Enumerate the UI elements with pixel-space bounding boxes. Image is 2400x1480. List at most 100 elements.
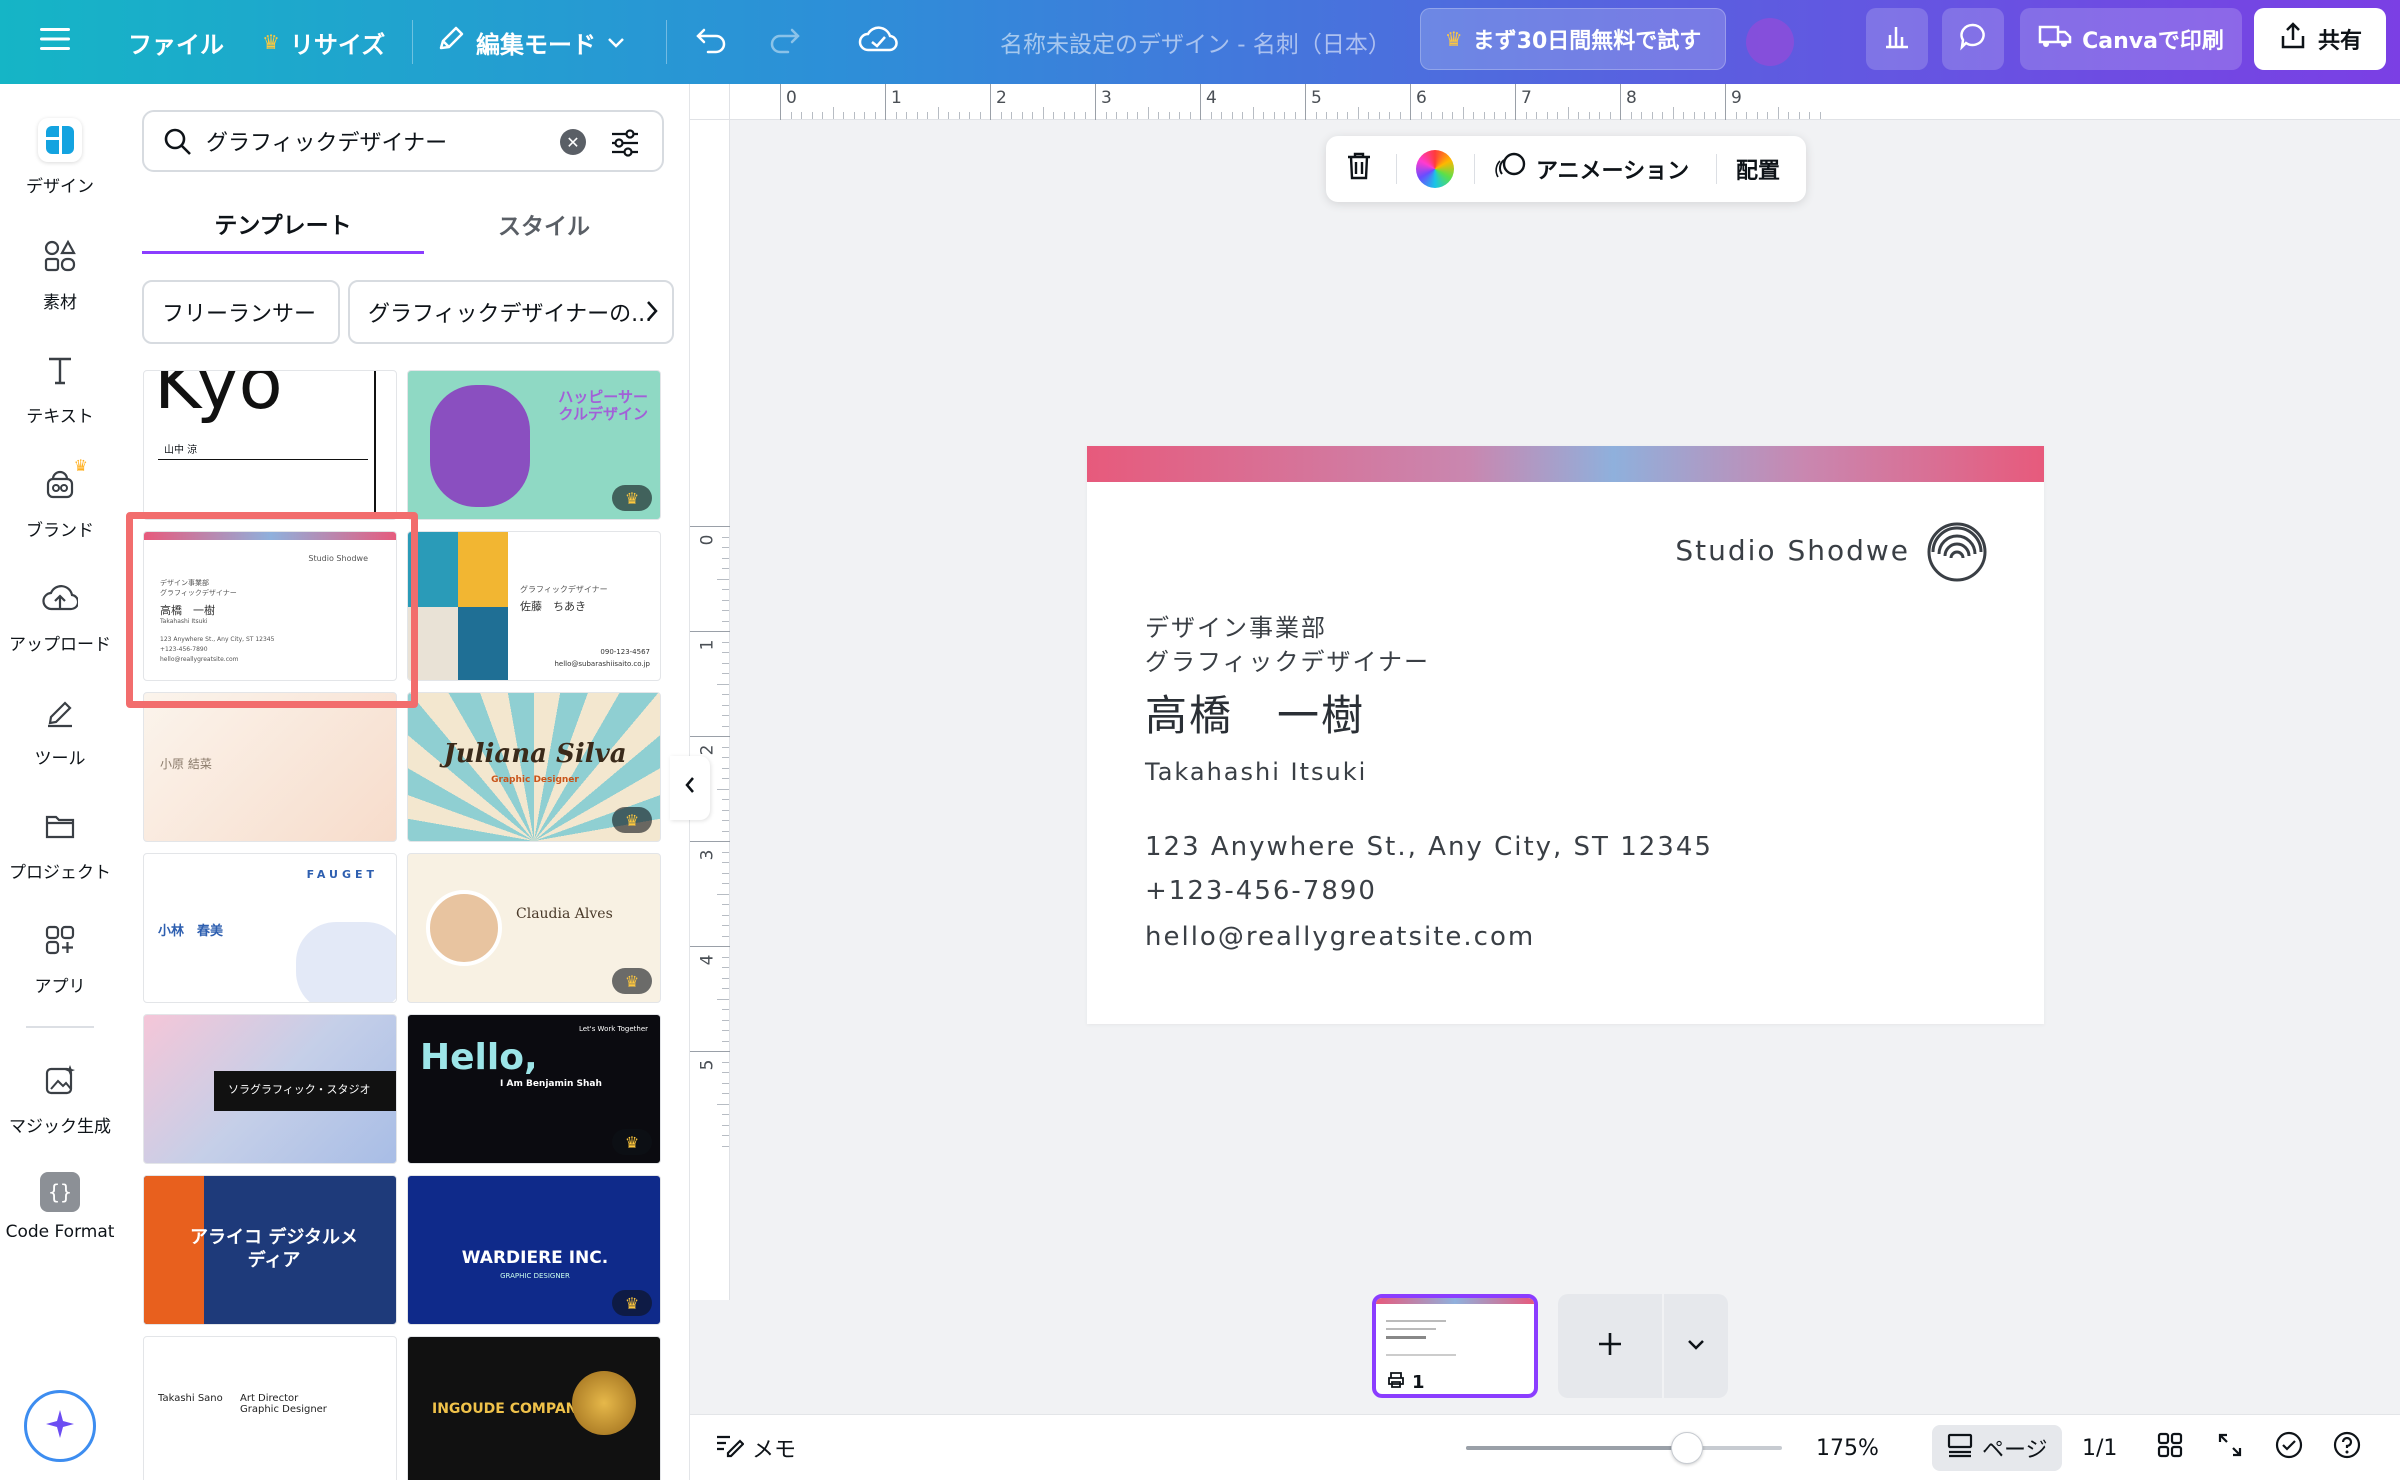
chevron-right-icon[interactable]	[642, 296, 662, 330]
collapse-panel-button[interactable]	[670, 756, 710, 820]
zoom-slider-handle[interactable]	[1671, 1432, 1704, 1464]
rail-item-brand[interactable]: ♛ ブランド	[0, 456, 120, 562]
template-card[interactable]: WARDIERE INC. GRAPHIC DESIGNER ♛	[407, 1175, 661, 1325]
rail-item-label: テキスト	[26, 407, 94, 427]
template-card[interactable]: FAUGET 小林 春美	[143, 853, 397, 1003]
rail-item-projects[interactable]: プロジェクト	[0, 804, 120, 904]
template-card[interactable]: グラフィックデザイナー 佐藤 ちあき 090-123-4567 hello@su…	[407, 531, 661, 681]
rail-item-elements[interactable]: 素材	[0, 234, 120, 334]
insights-button[interactable]	[1866, 8, 1928, 70]
template-card[interactable]: Kyo 山中 涼	[143, 370, 397, 520]
rail-item-uploads[interactable]: アップロード	[0, 576, 120, 676]
position-button[interactable]: 配置	[1736, 136, 1780, 202]
company-name[interactable]: Studio Shodwe	[1675, 534, 1910, 567]
template-card[interactable]: アライコ デジタルメディア	[143, 1175, 397, 1325]
ruler-minor-tick	[722, 830, 729, 832]
template-card[interactable]: Takashi Sano Art Director Graphic Design…	[143, 1336, 397, 1480]
zoom-slider[interactable]	[1466, 1432, 1782, 1464]
filter-chip-freelancer[interactable]: フリーランサー	[142, 280, 340, 344]
animation-button[interactable]: アニメーション	[1494, 136, 1689, 202]
phone[interactable]: +123-456-7890	[1145, 876, 1377, 906]
edit-mode-dropdown[interactable]: 編集モード	[436, 0, 626, 84]
filter-chip-graphic-designer[interactable]: グラフィックデザイナーの...	[348, 280, 674, 344]
pages-button[interactable]: ページ	[1932, 1425, 2062, 1471]
business-card-page[interactable]: Studio Shodwe デザイン事業部 グラフィックデザイナー 高橋 一樹 …	[1087, 446, 2044, 1024]
template-search-input[interactable]: グラフィックデザイナー ✕	[142, 110, 664, 172]
text-icon	[38, 348, 82, 392]
filter-icon[interactable]	[608, 126, 642, 164]
notes-label: メモ	[752, 1438, 797, 1463]
gradient-band	[1376, 1298, 1534, 1304]
print-label: Canvaで印刷	[2082, 29, 2224, 54]
rail-item-label: ツール	[34, 749, 86, 769]
sparkle-icon	[42, 1406, 78, 1446]
ruler-minor-tick	[722, 904, 729, 905]
ruler-tick	[1305, 84, 1306, 120]
avatar[interactable]	[1746, 18, 1794, 66]
ruler-minor-tick	[1158, 112, 1159, 119]
redo-button[interactable]	[768, 0, 802, 84]
template-card[interactable]: Claudia Alves ♛	[407, 853, 661, 1003]
grid-view-button[interactable]	[2156, 1415, 2184, 1480]
elements-icon	[38, 234, 82, 278]
crown-icon: ♛	[612, 485, 652, 511]
add-page-button[interactable]	[1558, 1294, 1662, 1398]
rail-item-label: 素材	[43, 293, 77, 313]
romanized-name[interactable]: Takahashi Itsuki	[1145, 758, 1367, 786]
template-card[interactable]: Let's Work Together Hello, I Am Benjamin…	[407, 1014, 661, 1164]
file-menu[interactable]: ファイル	[128, 0, 224, 84]
template-card[interactable]: ハッピーサークルデザイン ♛	[407, 370, 661, 520]
ruler-minor-tick	[1746, 112, 1747, 119]
folder-icon	[38, 804, 82, 848]
undo-button[interactable]	[694, 0, 728, 84]
notes-button[interactable]: メモ	[714, 1415, 796, 1480]
comments-button[interactable]	[1942, 8, 2004, 70]
magic-assistant-button[interactable]	[24, 1390, 96, 1462]
ruler-minor-tick	[1399, 112, 1401, 119]
department[interactable]: デザイン事業部	[1145, 608, 1327, 643]
template-card[interactable]: 小原 結菜	[143, 692, 397, 842]
ruler-minor-tick	[1683, 112, 1684, 119]
fullscreen-button[interactable]	[2216, 1415, 2244, 1480]
delete-button[interactable]	[1344, 136, 1374, 202]
rail-item-design[interactable]: デザイン	[0, 118, 120, 218]
zoom-level[interactable]: 175%	[1816, 1415, 1879, 1480]
template-card[interactable]: ソラグラフィック・スタジオ	[143, 1014, 397, 1164]
email[interactable]: hello@reallygreatsite.com	[1145, 922, 1535, 952]
tab-templates[interactable]: テンプレート	[142, 194, 424, 254]
address[interactable]: 123 Anywhere St., Any City, ST 12345	[1145, 832, 1713, 862]
job-title[interactable]: グラフィックデザイナー	[1145, 642, 1430, 677]
clear-search-icon[interactable]: ✕	[560, 129, 586, 155]
company-logo-icon[interactable]	[1925, 520, 1989, 588]
help-button[interactable]	[2332, 1415, 2362, 1480]
ruler-minor-tick	[722, 1082, 729, 1084]
truck-icon	[2038, 22, 2072, 56]
rail-item-apps[interactable]: アプリ	[0, 918, 120, 1018]
rail-item-text[interactable]: テキスト	[0, 348, 120, 448]
rail-item-tools[interactable]: ツール	[0, 690, 120, 790]
menu-button[interactable]	[40, 0, 70, 84]
zoom-value: 175%	[1816, 1435, 1879, 1461]
ruler-minor-tick	[1588, 112, 1590, 119]
check-button[interactable]	[2274, 1415, 2304, 1480]
free-trial-button[interactable]: ♛ まず30日間無料で試す	[1420, 8, 1726, 70]
apps-icon	[38, 918, 82, 962]
tab-styles[interactable]: スタイル	[424, 194, 664, 254]
share-button[interactable]: 共有	[2254, 8, 2386, 70]
page-thumbnail[interactable]: 1	[1372, 1294, 1538, 1398]
rail-item-magic-media[interactable]: マジック生成	[0, 1058, 120, 1158]
print-button[interactable]: Canvaで印刷	[2020, 8, 2242, 70]
ruler-minor-tick	[1189, 112, 1191, 119]
resize-button[interactable]: ♛ リサイズ	[262, 0, 385, 84]
ruler-minor-tick	[1000, 112, 1002, 119]
template-card[interactable]: Juliana Silva Graphic Designer ♛	[407, 692, 661, 842]
save-status-button[interactable]	[858, 0, 898, 84]
person-name[interactable]: 高橋 一樹	[1145, 682, 1365, 743]
rail-item-code-format[interactable]: {} Code Format	[0, 1172, 120, 1272]
add-page-options-button[interactable]	[1664, 1294, 1728, 1398]
rail-item-label: アプリ	[34, 977, 86, 997]
ruler-minor-tick	[790, 112, 792, 119]
document-title[interactable]: 名称未設定のデザイン - 名刺（日本）	[1000, 0, 1391, 84]
template-card[interactable]: INGOUDE COMPANY	[407, 1336, 661, 1480]
color-button[interactable]	[1416, 136, 1454, 202]
